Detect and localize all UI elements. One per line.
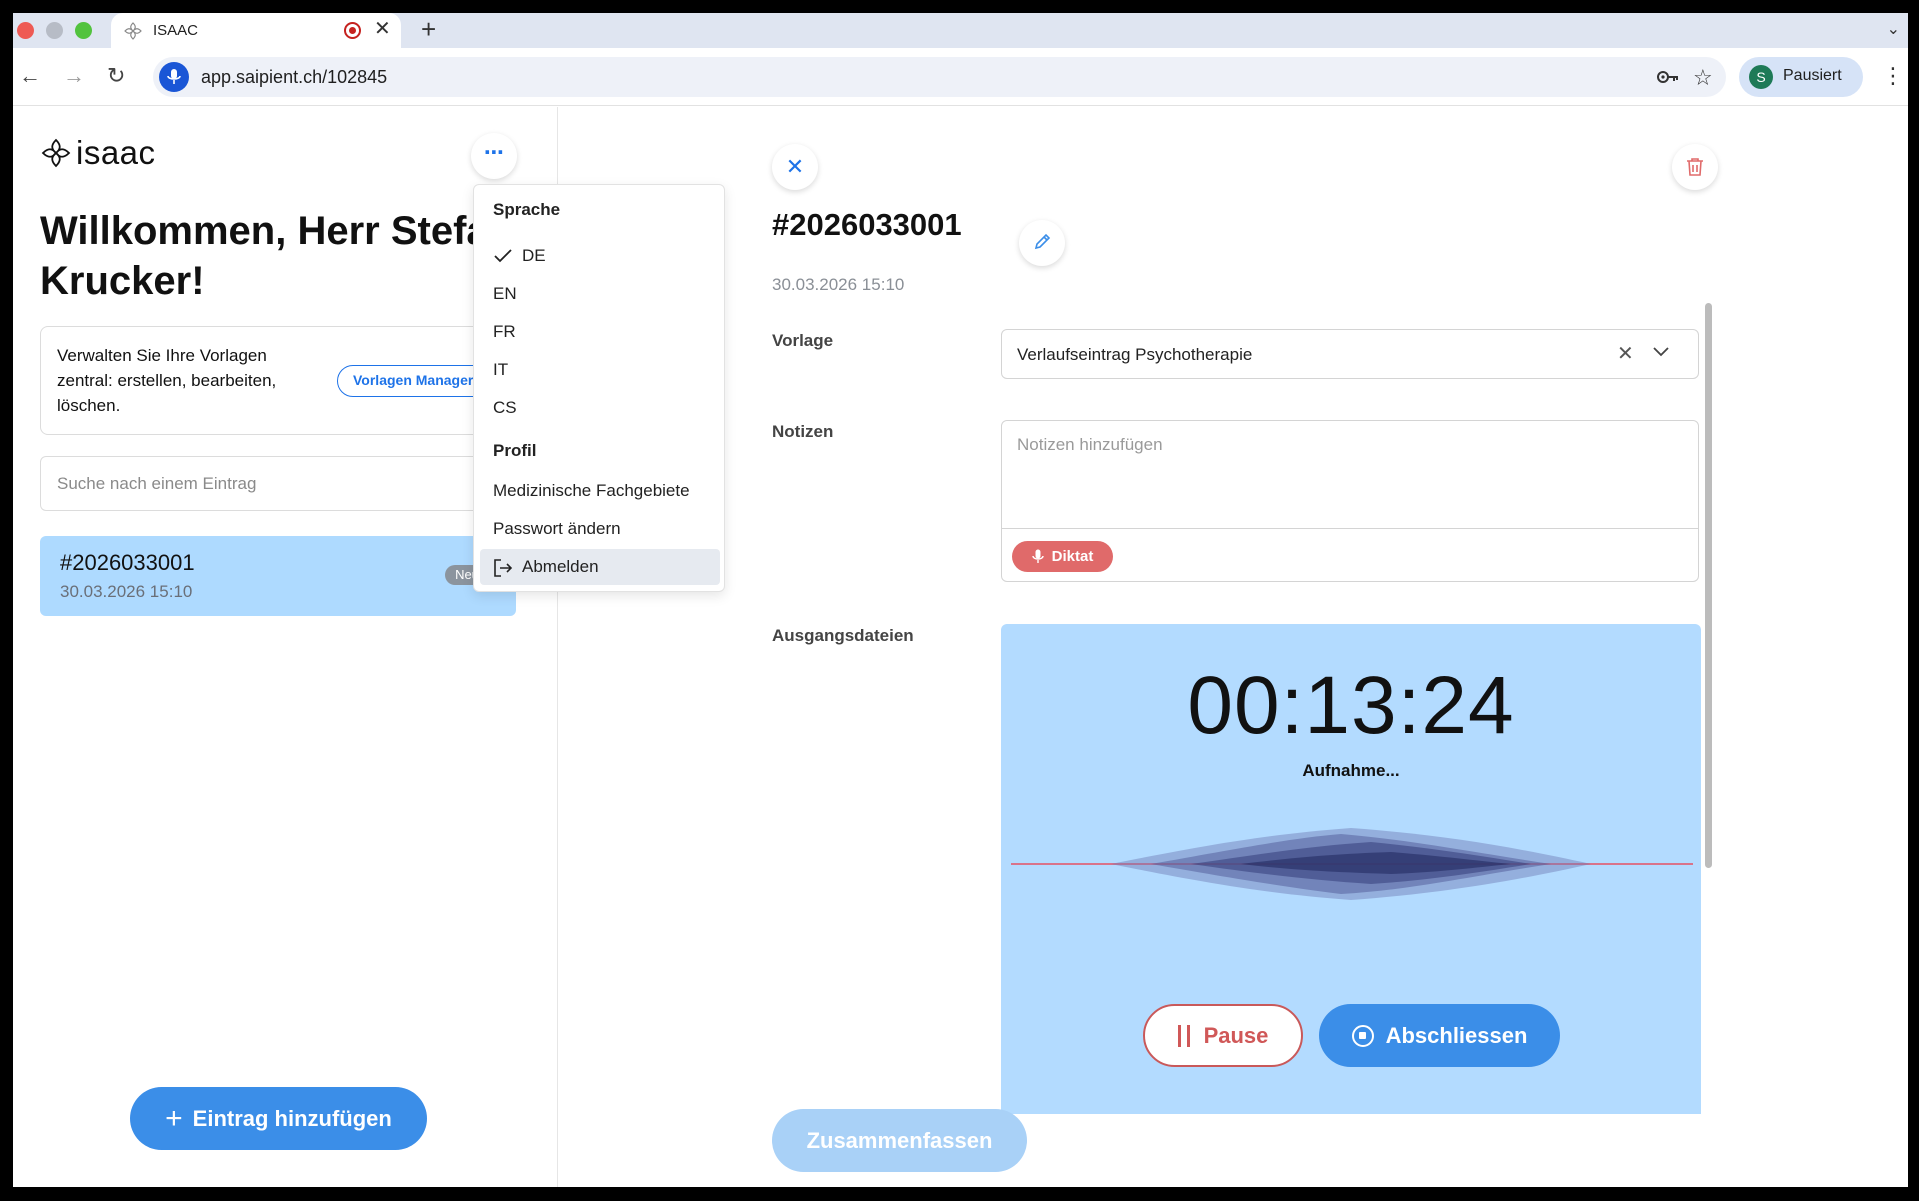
browser-tab[interactable]: ISAAC ✕ [111, 13, 401, 48]
audio-waveform [1011, 828, 1693, 900]
check-icon [494, 249, 512, 263]
output-files-label: Ausgangsdateien [772, 626, 914, 645]
edit-title-button[interactable] [1019, 220, 1065, 266]
template-select[interactable]: Verlaufseintrag Psychotherapie ✕ [1001, 329, 1699, 379]
entry-date: 30.03.2026 15:10 [60, 582, 193, 601]
record-date: 30.03.2026 15:10 [772, 275, 905, 294]
plus-icon: + [165, 1101, 183, 1135]
notes-input[interactable] [1002, 421, 1698, 529]
template-label: Vorlage [772, 331, 834, 350]
isaac-favicon-icon [124, 22, 142, 40]
more-options-button[interactable]: ⋯ [471, 133, 517, 179]
tab-search-chevron-icon[interactable]: ⌄ [1887, 19, 1900, 39]
back-icon[interactable]: ← [19, 62, 41, 90]
template-select-value: Verlaufseintrag Psychotherapie [1017, 345, 1253, 364]
isaac-logo-icon [41, 138, 71, 168]
tab-strip: ISAAC ✕ + ⌄ [13, 13, 1908, 48]
mic-icon [1031, 549, 1044, 563]
address-bar[interactable]: app.saipient.ch/102845 ☆ [153, 57, 1726, 97]
add-entry-label: Eintrag hinzufügen [192, 1105, 392, 1131]
notes-field: Diktat [1001, 420, 1699, 582]
tab-close-icon[interactable]: ✕ [374, 17, 391, 41]
browser-window: ISAAC ✕ + ⌄ ← → ↻ app.saipient.ch/102845… [13, 13, 1908, 1187]
chevron-down-icon[interactable] [1652, 345, 1670, 357]
trash-icon [1687, 158, 1703, 176]
templates-card: Verwalten Sie Ihre Vorlagen zentral: ers… [40, 326, 530, 435]
recording-timer: 00:13:24 [1187, 660, 1515, 751]
entry-list-item[interactable]: #2026033001 30.03.2026 15:10 Neu [40, 536, 516, 616]
close-record-button[interactable]: ✕ [772, 144, 818, 190]
templates-description: Verwalten Sie Ihre Vorlagen zentral: ers… [57, 346, 277, 415]
content-scrollbar[interactable] [1705, 303, 1712, 868]
logout-icon [494, 559, 513, 577]
pause-label: Pause [1203, 1022, 1269, 1048]
dictate-label: Diktat [1051, 548, 1094, 565]
stop-icon [1351, 1024, 1374, 1047]
profile-button[interactable]: S Pausiert [1739, 57, 1863, 97]
pause-button[interactable]: Pause [1143, 1004, 1303, 1067]
clear-icon[interactable]: ✕ [1617, 343, 1634, 365]
add-entry-button[interactable]: + Eintrag hinzufügen [130, 1087, 427, 1150]
mic-active-icon[interactable] [159, 62, 189, 92]
forward-icon[interactable]: → [63, 62, 85, 90]
main-panel: ✕ #2026033001 30.03.2026 15:10 Vorlage V… [559, 107, 1908, 1187]
notes-label: Notizen [772, 422, 834, 441]
url-text: app.saipient.ch/102845 [201, 67, 388, 87]
record-title: #2026033001 [772, 207, 962, 242]
menu-item-label: DE [522, 246, 546, 265]
summarize-button[interactable]: Zusammenfassen [772, 1109, 1027, 1172]
browser-menu-icon[interactable]: ⋮ [1882, 62, 1904, 90]
tab-title: ISAAC [153, 22, 199, 39]
window-close-button[interactable] [17, 22, 34, 39]
recording-panel: 00:13:24 Aufnahme... Pause Abschliessen [1001, 624, 1701, 1114]
pencil-icon [1034, 233, 1051, 250]
password-key-icon[interactable] [1656, 67, 1680, 87]
recording-status: Aufnahme... [1302, 761, 1400, 780]
profile-status-label: Pausiert [1783, 67, 1842, 84]
pause-icon [1177, 1024, 1190, 1047]
window-maximize-button[interactable] [75, 22, 92, 39]
new-tab-button[interactable]: + [421, 13, 436, 45]
window-minimize-button[interactable] [46, 22, 63, 39]
welcome-text: Willkommen, Herr Stefan Krucker! [40, 209, 510, 303]
delete-record-button[interactable] [1672, 144, 1718, 190]
app-area: isaac ⋯ Willkommen, Herr Stefan Krucker!… [13, 107, 1908, 1187]
profile-heading: Profil [493, 441, 537, 460]
search-input[interactable] [40, 456, 530, 511]
welcome-heading: Willkommen, Herr Stefan Krucker! [40, 206, 510, 306]
reload-icon[interactable]: ↻ [107, 62, 125, 90]
bookmark-star-icon[interactable]: ☆ [1693, 65, 1713, 91]
browser-toolbar: ← → ↻ app.saipient.ch/102845 ☆ S Pausier… [13, 48, 1908, 106]
profile-avatar: S [1749, 65, 1773, 89]
entry-id: #2026033001 [60, 550, 195, 575]
logo-text: isaac [76, 134, 156, 171]
language-heading: Sprache [493, 200, 561, 219]
finish-recording-button[interactable]: Abschliessen [1319, 1004, 1560, 1067]
isaac-logo: isaac [40, 134, 156, 172]
finish-label: Abschliessen [1385, 1022, 1528, 1048]
dictate-button[interactable]: Diktat [1012, 541, 1113, 572]
recording-indicator-icon [344, 22, 361, 39]
